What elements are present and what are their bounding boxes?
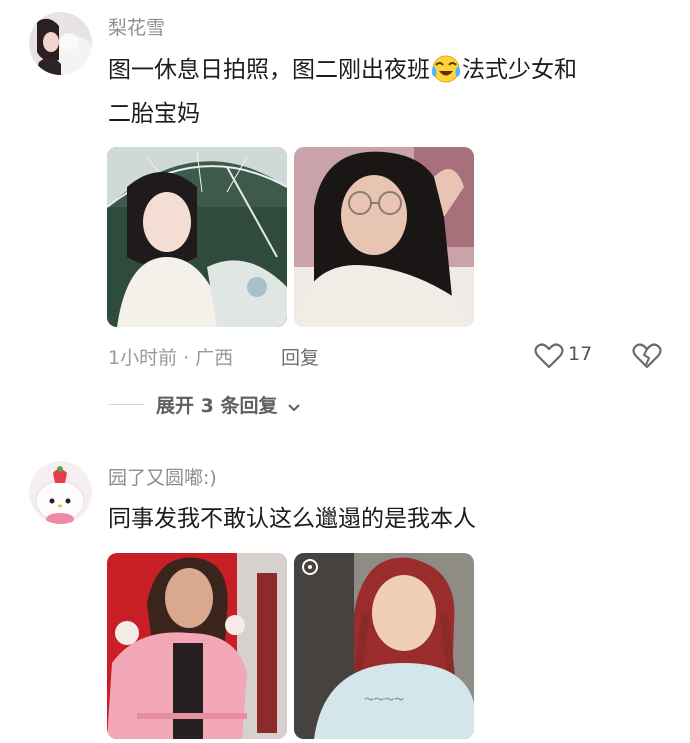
expand-replies-label: 展开 3 条回复: [156, 395, 278, 417]
comment-photo[interactable]: [107, 553, 287, 739]
comment-text: 图一休息日拍照，图二刚出夜班 法式少女和 二胎宝妈: [108, 48, 668, 136]
dislike-broken-heart-icon[interactable]: [632, 342, 662, 374]
comment-photo[interactable]: [294, 147, 474, 327]
heart-icon: [534, 342, 564, 374]
time-location: 1小时前 · 广西: [108, 347, 234, 369]
chevron-down-icon: [287, 398, 301, 417]
like-count: 17: [568, 343, 593, 365]
reply-button[interactable]: 回复: [281, 343, 319, 370]
divider: [108, 404, 144, 405]
avatar[interactable]: [29, 12, 92, 75]
comment-photo[interactable]: [107, 147, 287, 327]
comment-text: 同事发我不敢认这么邋遢的是我本人: [108, 506, 476, 532]
expand-replies-button[interactable]: 展开 3 条回复: [156, 391, 301, 417]
comment-photo[interactable]: ～～～～: [294, 553, 474, 739]
crying-laughing-emoji-icon: [430, 53, 462, 83]
like-button[interactable]: 17: [534, 342, 598, 370]
avatar[interactable]: [29, 461, 92, 524]
comment-text-part: 二胎宝妈: [108, 101, 200, 127]
comment-text-part: 图一休息日拍照，图二刚出夜班: [108, 57, 430, 83]
username[interactable]: 园了又圆嘟:): [108, 463, 217, 490]
comment-text-part: 法式少女和: [462, 57, 577, 83]
svg-text:～～～～: ～～～～: [364, 695, 404, 706]
username[interactable]: 梨花雪: [108, 13, 165, 40]
